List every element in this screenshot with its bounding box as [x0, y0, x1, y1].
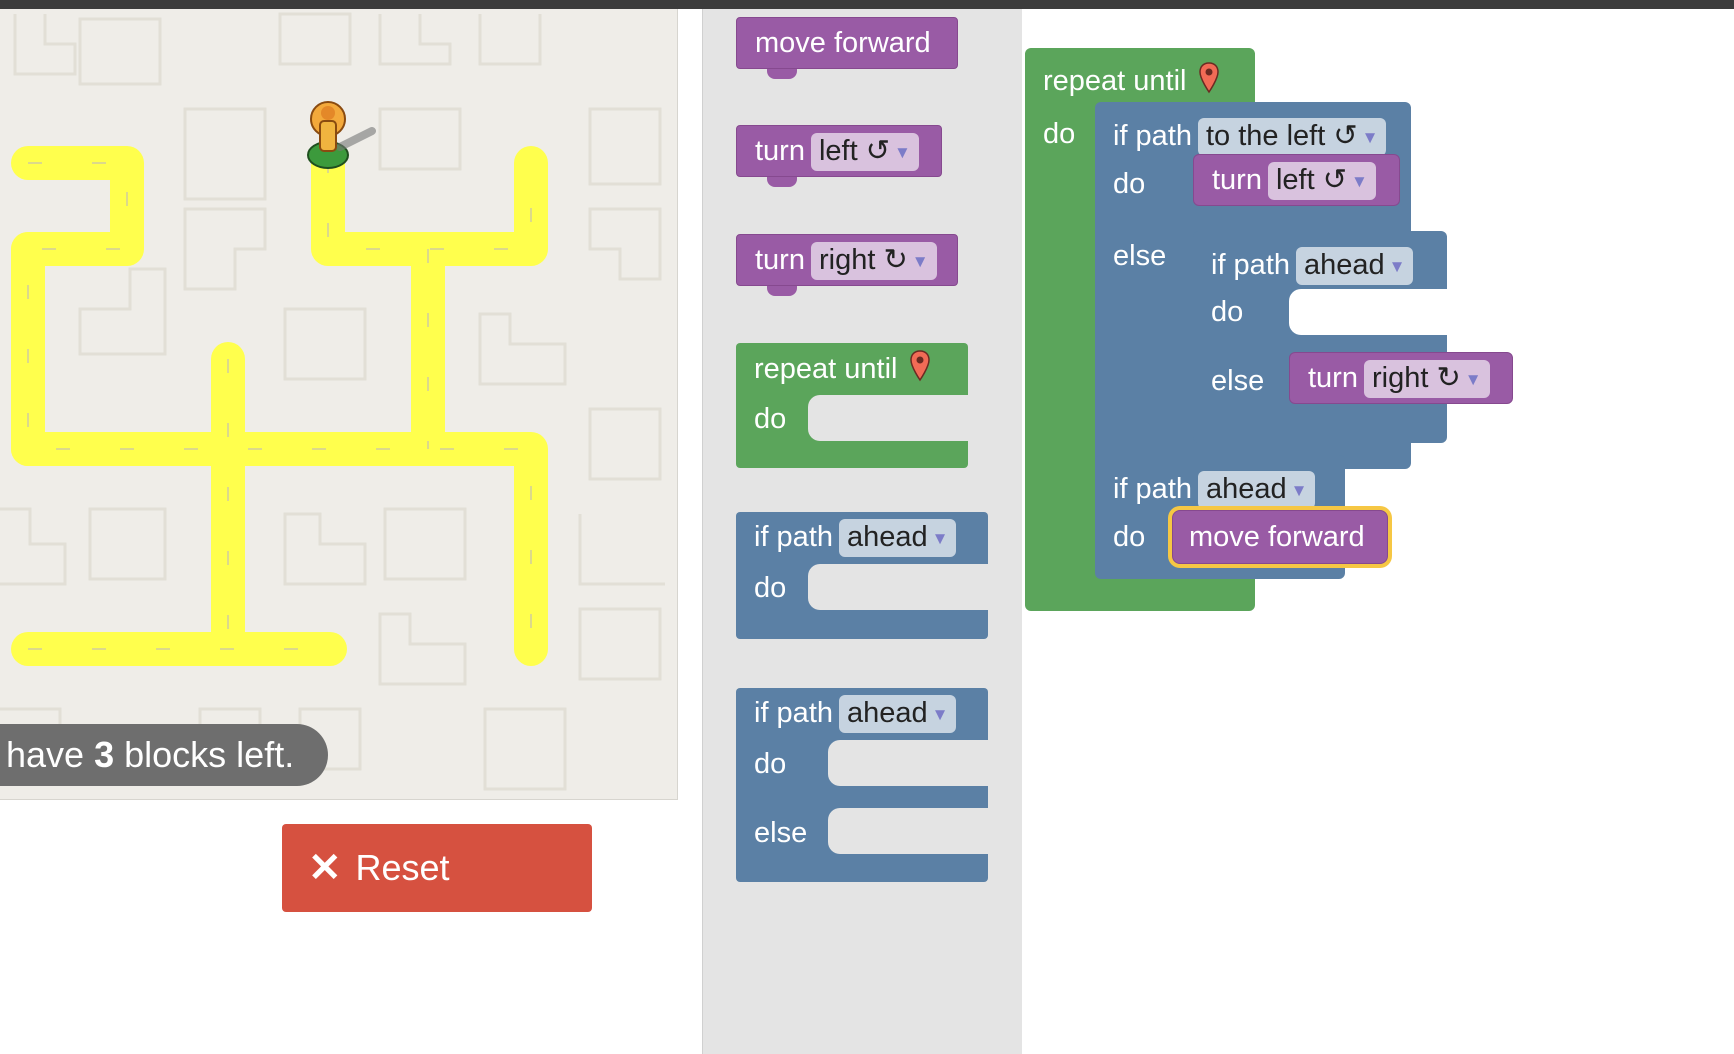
path-dropdown[interactable]: to the left ↺ ▼	[1198, 118, 1387, 156]
chevron-down-icon: ▼	[931, 529, 949, 548]
reset-button[interactable]: ✕ Reset	[282, 824, 592, 912]
reset-label: Reset	[355, 847, 450, 888]
do-label: do	[754, 403, 787, 435]
path-dropdown[interactable]: ahead ▼	[839, 695, 957, 733]
toolbox-repeat-until-block[interactable]: repeat until do	[736, 343, 968, 468]
toolbox-turn-left-block[interactable]: turn left ↺ ▼	[736, 125, 942, 187]
path-value: ahead	[1206, 473, 1287, 505]
else-label: else	[754, 817, 808, 849]
else-label: else	[1113, 240, 1167, 272]
toolbox-turn-right-block[interactable]: turn right ↻ ▼	[736, 234, 958, 296]
path-dropdown[interactable]: ahead ▼	[1296, 247, 1414, 285]
chevron-down-icon: ▼	[1351, 172, 1368, 191]
chevron-down-icon: ▼	[931, 705, 949, 724]
blocks-left-prefix: have	[6, 734, 85, 775]
direction-value: left ↺	[1275, 164, 1348, 196]
direction-dropdown[interactable]: left ↺ ▼	[1267, 162, 1376, 200]
if-path-label: if path	[1113, 473, 1192, 505]
else-label: else	[1211, 365, 1265, 397]
program-turn-right-block[interactable]: turn right ↻ ▼	[1289, 352, 1513, 404]
blocks-remaining-badge: have 3 blocks left.	[0, 724, 328, 786]
do-label: do	[754, 748, 787, 780]
repeat-until-label: repeat until	[1043, 65, 1187, 97]
if-path-label: if path	[754, 697, 833, 729]
turn-label: turn	[755, 244, 805, 276]
maze-canvas	[0, 9, 678, 800]
maze-map	[0, 12, 665, 791]
map-pin-icon	[1198, 62, 1219, 94]
path-value: to the left ↺	[1206, 120, 1358, 152]
toolbox-if-path-block[interactable]: if path ahead ▼ do	[736, 512, 988, 639]
direction-value: right ↻	[818, 244, 908, 276]
if-path-label: if path	[754, 521, 833, 553]
do-label: do	[1211, 296, 1244, 328]
do-label: do	[1113, 168, 1146, 200]
direction-value: right ↻	[1371, 362, 1461, 394]
program-workspace: repeat until do if path to the left ↺ ▼ do…	[1022, 9, 1734, 1054]
pegman-icon	[307, 101, 376, 169]
do-label: do	[1043, 118, 1076, 150]
path-dropdown[interactable]: ahead ▼	[1198, 471, 1316, 509]
top-bar	[0, 0, 1734, 9]
move-forward-label: move forward	[755, 27, 931, 59]
direction-dropdown[interactable]: left ↺ ▼	[810, 133, 919, 171]
map-pin-icon	[909, 350, 930, 382]
turn-label: turn	[1308, 362, 1358, 394]
program-turn-left-block[interactable]: turn left ↺ ▼	[1193, 154, 1400, 206]
repeat-until-label: repeat until	[754, 353, 898, 385]
chevron-down-icon: ▼	[1361, 128, 1379, 147]
move-forward-label: move forward	[1189, 521, 1365, 553]
close-icon: ✕	[308, 846, 342, 890]
blocks-left-count: 3	[94, 734, 115, 775]
toolbox-if-else-path-block[interactable]: if path ahead ▼ do else	[736, 688, 988, 882]
toolbox-flyout: move forward turn left ↺ ▼ turn right ↻ ▼ re…	[702, 9, 1023, 1054]
chevron-down-icon: ▼	[1464, 370, 1482, 389]
do-label: do	[754, 572, 787, 604]
chevron-down-icon: ▼	[894, 143, 911, 162]
blocks-left-suffix: blocks left.	[124, 734, 295, 775]
path-value: ahead	[847, 697, 928, 729]
path-dropdown[interactable]: ahead ▼	[839, 519, 957, 557]
chevron-down-icon: ▼	[1290, 481, 1308, 500]
if-path-label: if path	[1113, 120, 1192, 152]
turn-label: turn	[755, 135, 805, 167]
program-move-forward-block[interactable]: move forward	[1172, 510, 1388, 564]
if-path-label: if path	[1211, 249, 1290, 281]
chevron-down-icon: ▼	[1388, 257, 1406, 276]
direction-dropdown[interactable]: right ↻ ▼	[1363, 360, 1490, 398]
turn-label: turn	[1212, 164, 1262, 196]
direction-value: left ↺	[818, 135, 891, 167]
program-if-ahead-else-block[interactable]: if path ahead ▼ do else	[1193, 231, 1447, 443]
chevron-down-icon: ▼	[911, 252, 929, 271]
do-label: do	[1113, 521, 1146, 553]
toolbox-move-forward-block[interactable]: move forward	[736, 17, 958, 79]
path-value: ahead	[847, 521, 928, 553]
direction-dropdown[interactable]: right ↻ ▼	[810, 242, 937, 280]
path-value: ahead	[1304, 249, 1385, 281]
